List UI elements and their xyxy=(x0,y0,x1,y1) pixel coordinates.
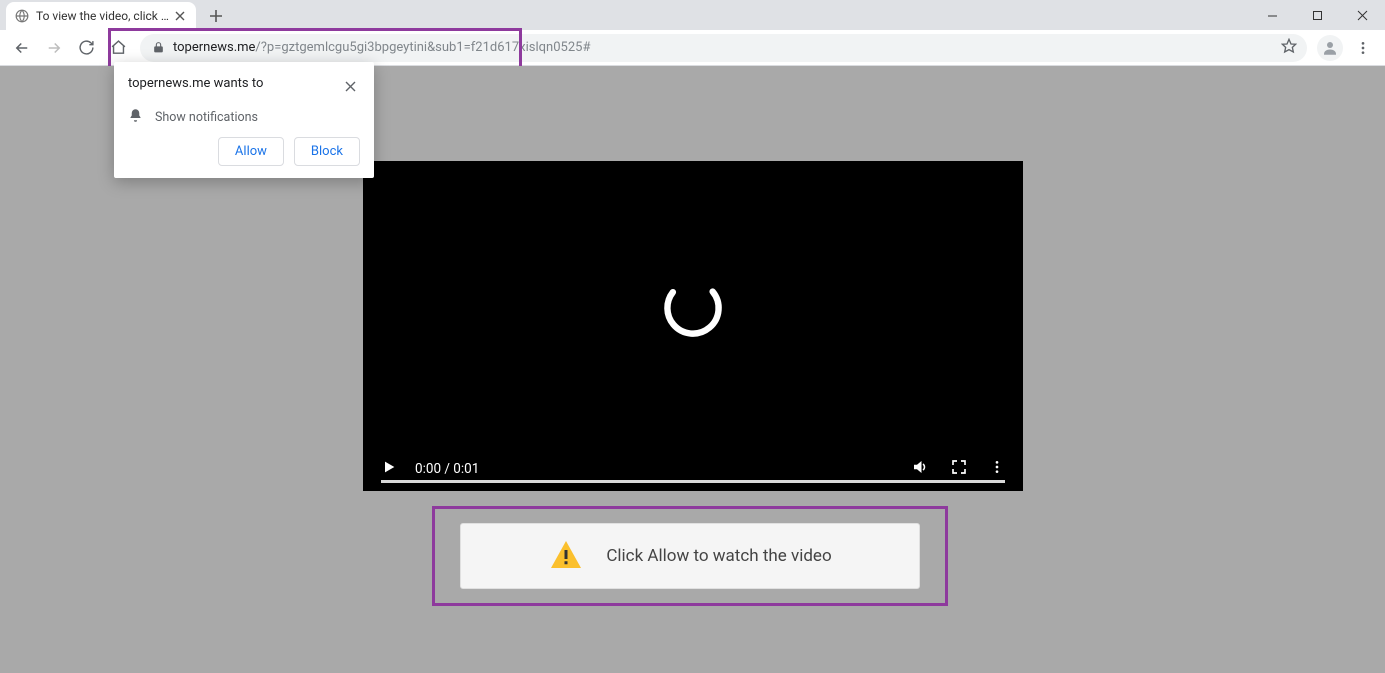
address-bar[interactable]: topernews.me/?p=gztgemlcgu5gi3bpgeytini&… xyxy=(140,34,1307,62)
volume-button[interactable] xyxy=(911,458,929,480)
reload-button[interactable] xyxy=(72,34,100,62)
profile-avatar[interactable] xyxy=(1317,35,1343,61)
close-tab-icon[interactable] xyxy=(172,8,188,24)
tab-title: To view the video, click the Allow xyxy=(36,9,172,23)
allow-button[interactable]: Allow xyxy=(218,137,284,166)
new-tab-button[interactable] xyxy=(202,2,230,30)
url-host: topernews.me xyxy=(173,40,255,55)
video-controls: 0:00 / 0:01 xyxy=(363,447,1023,491)
play-button[interactable] xyxy=(381,459,397,479)
video-player[interactable]: 0:00 / 0:01 xyxy=(363,161,1023,491)
globe-icon xyxy=(14,8,30,24)
tab-strip: To view the video, click the Allow xyxy=(0,0,1385,30)
video-menu-button[interactable] xyxy=(989,459,1005,479)
browser-menu-button[interactable] xyxy=(1349,34,1377,62)
close-window-button[interactable] xyxy=(1340,0,1385,30)
bookmark-star-icon[interactable] xyxy=(1281,38,1297,58)
instruction-banner: Click Allow to watch the video xyxy=(460,523,920,589)
video-progress-bar[interactable] xyxy=(381,480,1005,483)
warning-icon xyxy=(548,538,584,574)
back-button[interactable] xyxy=(8,34,36,62)
bell-icon xyxy=(128,108,143,127)
url-text: topernews.me/?p=gztgemlcgu5gi3bpgeytini&… xyxy=(173,40,590,55)
notification-close-button[interactable] xyxy=(340,76,360,96)
maximize-button[interactable] xyxy=(1295,0,1340,30)
fullscreen-button[interactable] xyxy=(951,459,967,479)
url-path: /?p=gztgemlcgu5gi3bpgeytini&sub1=f21d617… xyxy=(255,40,590,55)
lock-icon xyxy=(152,41,165,54)
window-controls xyxy=(1250,0,1385,30)
browser-toolbar: topernews.me/?p=gztgemlcgu5gi3bpgeytini&… xyxy=(0,30,1385,66)
browser-tab[interactable]: To view the video, click the Allow xyxy=(6,2,196,30)
notification-origin-text: topernews.me wants to xyxy=(128,76,340,91)
minimize-button[interactable] xyxy=(1250,0,1295,30)
instruction-text: Click Allow to watch the video xyxy=(606,546,831,566)
video-time-display: 0:00 / 0:01 xyxy=(415,461,479,477)
home-button[interactable] xyxy=(104,34,132,62)
notification-permission-label: Show notifications xyxy=(155,110,258,125)
forward-button[interactable] xyxy=(40,34,68,62)
loading-spinner-icon xyxy=(661,276,725,344)
notification-permission-popup: topernews.me wants to Show notifications… xyxy=(114,62,374,178)
block-button[interactable]: Block xyxy=(294,137,360,166)
